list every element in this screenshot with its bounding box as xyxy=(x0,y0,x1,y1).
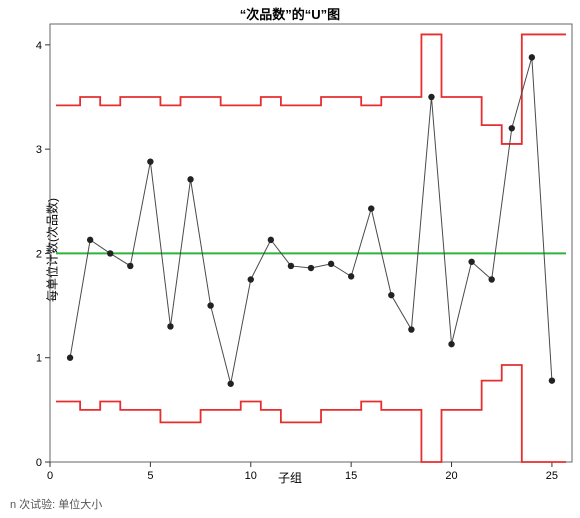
data-point xyxy=(167,323,173,329)
chart-svg: 0 1 2 3 4 0 5 10 15 20 25 xyxy=(0,0,580,518)
svg-text:2: 2 xyxy=(36,248,42,260)
data-point xyxy=(448,341,454,347)
data-point xyxy=(509,125,515,131)
data-point xyxy=(227,381,233,387)
data-point xyxy=(488,276,494,282)
data-point xyxy=(107,250,113,256)
svg-text:4: 4 xyxy=(36,40,42,52)
data-point xyxy=(87,237,93,243)
svg-text:0: 0 xyxy=(36,457,42,469)
svg-text:10: 10 xyxy=(245,470,257,482)
data-point xyxy=(328,261,334,267)
data-point xyxy=(187,176,193,182)
data-point xyxy=(248,276,254,282)
data-point xyxy=(288,263,294,269)
svg-text:20: 20 xyxy=(445,470,457,482)
svg-text:25: 25 xyxy=(546,470,558,482)
data-point xyxy=(67,355,73,361)
data-point xyxy=(529,54,535,60)
data-point xyxy=(388,292,394,298)
svg-text:1: 1 xyxy=(36,353,42,365)
data-point xyxy=(428,94,434,100)
data-point xyxy=(268,237,274,243)
data-point xyxy=(468,259,474,265)
svg-text:0: 0 xyxy=(47,470,53,482)
data-point xyxy=(207,302,213,308)
data-line xyxy=(70,57,552,383)
ucl-line xyxy=(56,34,566,144)
data-point xyxy=(147,158,153,164)
lcl-line xyxy=(56,365,566,462)
svg-text:3: 3 xyxy=(36,144,42,156)
data-point xyxy=(408,326,414,332)
svg-text:15: 15 xyxy=(345,470,357,482)
u-chart-container: “次品数”的“U”图 每单位计数(次品数) 子组 n 次试验: 单位大小 012… xyxy=(0,0,580,518)
svg-text:5: 5 xyxy=(147,470,153,482)
data-point xyxy=(368,205,374,211)
data-point xyxy=(549,377,555,383)
data-point xyxy=(308,265,314,271)
data-point xyxy=(348,273,354,279)
data-point xyxy=(127,263,133,269)
